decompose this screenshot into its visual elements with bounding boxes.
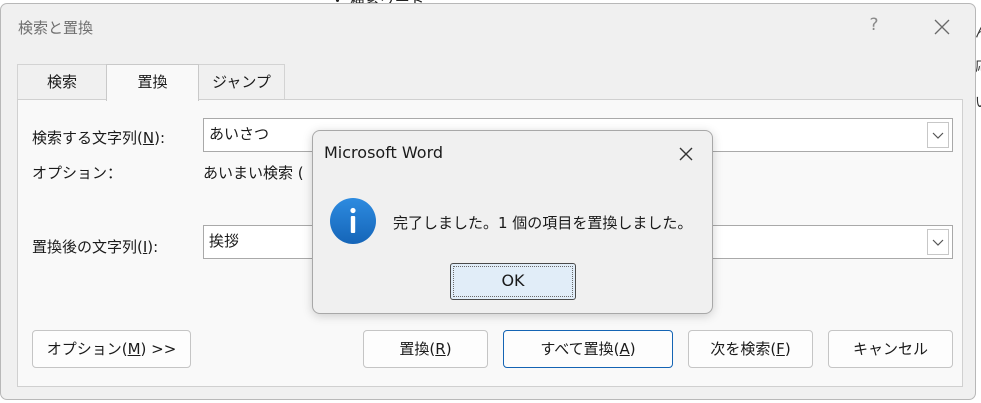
tab-label: ジャンプ: [212, 73, 271, 91]
dialog-titlebar[interactable]: 検索と置換 ?: [1, 4, 975, 50]
close-button[interactable]: [927, 12, 957, 42]
info-icon: [330, 198, 376, 244]
replace-button[interactable]: 置換(R): [363, 330, 488, 368]
focus-ring: [453, 266, 573, 297]
close-icon: [934, 19, 950, 35]
tab-replace[interactable]: 置換: [106, 64, 199, 101]
message-text: 完了しました。1 個の項目を置換しました。: [393, 214, 693, 232]
ok-button[interactable]: OK: [450, 263, 576, 300]
find-input-value: あいさつ: [209, 125, 270, 143]
replace-all-button[interactable]: すべて置換(A): [503, 330, 673, 368]
options-value: あいまい検索 (: [203, 164, 304, 182]
find-label: 検索する文字列(N):: [32, 129, 165, 147]
message-box-body: 完了しました。1 個の項目を置換しました。: [313, 177, 712, 257]
chevron-down-icon: [932, 132, 944, 139]
close-icon: [679, 147, 693, 161]
replace-history-dropdown[interactable]: [927, 229, 949, 255]
tab-label: 検索: [46, 73, 77, 91]
replace-input-value: 挨拶: [209, 232, 240, 250]
tab-goto[interactable]: ジャンプ: [198, 64, 285, 100]
more-options-button[interactable]: オプション(M) >>: [32, 330, 191, 368]
cancel-button[interactable]: キャンセル: [828, 330, 953, 368]
chevron-down-icon: [932, 239, 944, 246]
message-box-title: Microsoft Word: [324, 143, 444, 162]
tab-label: 置換: [137, 73, 168, 91]
tab-find[interactable]: 検索: [17, 64, 107, 100]
message-box-close-button[interactable]: [673, 141, 699, 167]
find-next-button[interactable]: 次を検索(F): [688, 330, 813, 368]
find-history-dropdown[interactable]: [927, 122, 949, 148]
dialog-title: 検索と置換: [18, 19, 94, 37]
options-label: オプション：: [32, 164, 123, 182]
help-button[interactable]: ?: [863, 15, 885, 35]
message-box: Microsoft Word 完了しました。1 個の項目を置換しました。 OK: [312, 130, 713, 314]
replace-label: 置換後の文字列(I):: [32, 238, 159, 256]
